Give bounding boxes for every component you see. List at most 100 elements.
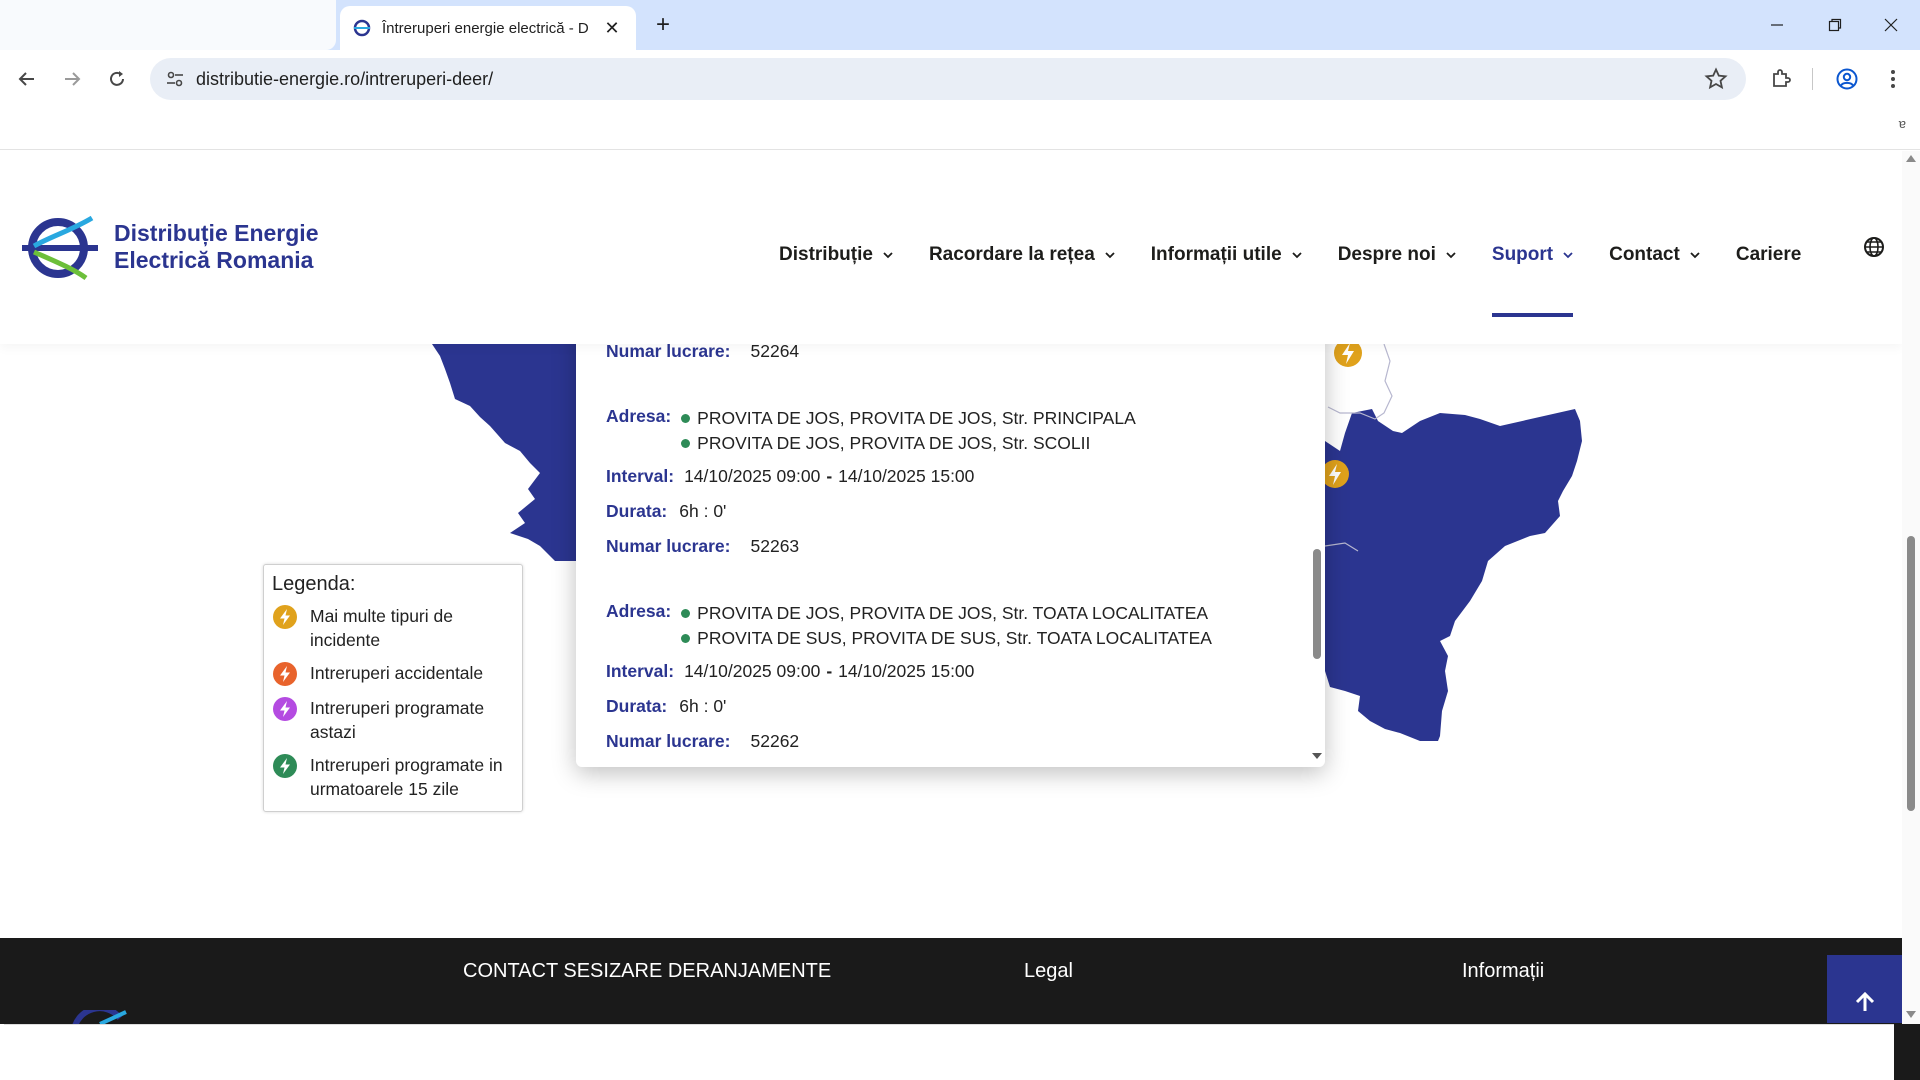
close-window-icon[interactable] <box>1862 0 1920 50</box>
interval-label: Interval: <box>606 661 675 681</box>
chevron-down-icon <box>1446 252 1456 259</box>
browser-tab-active[interactable]: Întreruperi energie electrică - D ✕ <box>340 6 636 50</box>
site-header: Distribuție Energie Electrică Romania Di… <box>0 151 1902 344</box>
nav-item-contact[interactable]: Contact <box>1609 244 1700 266</box>
scroll-up-icon[interactable] <box>1906 155 1916 162</box>
bookmark-strip: ɐ <box>0 108 1920 150</box>
work-number-label: Numar lucrare: <box>606 341 731 361</box>
green-dot-icon <box>681 439 691 448</box>
duration-label: Durata: <box>606 501 668 521</box>
footer-heading-contact[interactable]: CONTACT SESIZARE DERANJAMENTE <box>463 960 831 983</box>
work-number-row: Numar lucrare: 52263 <box>606 536 799 557</box>
green-dot-icon <box>681 609 691 618</box>
site-favicon-icon <box>353 19 371 37</box>
work-number-value: 52263 <box>750 536 800 556</box>
legend-item: Mai multe tipuri de incidente <box>272 604 514 652</box>
scroll-down-icon[interactable] <box>1906 1011 1916 1018</box>
lightning-purple-icon <box>273 697 297 721</box>
page-scrollbar[interactable] <box>1902 151 1920 1024</box>
nav-item-despre-noi[interactable]: Despre noi <box>1338 244 1456 266</box>
site-logo[interactable]: Distribuție Energie Electrică Romania <box>20 211 340 283</box>
interval-separator: - <box>826 661 833 681</box>
footer-heading-informatii[interactable]: Informații <box>1462 960 1544 983</box>
address-row: Adresa: PROVITA DE JOS, PROVITA DE JOS, … <box>606 406 1136 456</box>
new-tab-icon[interactable]: + <box>648 10 678 40</box>
chevron-down-icon <box>883 252 893 259</box>
interval-row: Interval: 14/10/2025 09:00 - 14/10/2025 … <box>606 661 974 682</box>
legend-item: Intreruperi accidentale <box>272 661 514 687</box>
interval-end: 14/10/2025 15:00 <box>838 661 975 681</box>
green-dot-icon <box>681 414 691 423</box>
page-scroll-thumb[interactable] <box>1907 536 1915 811</box>
address-row: Adresa: PROVITA DE JOS, PROVITA DE JOS, … <box>606 601 1212 651</box>
tab-close-icon[interactable]: ✕ <box>600 16 624 40</box>
legend-label: Mai multe tipuri de incidente <box>310 606 453 650</box>
interval-separator: - <box>826 466 833 486</box>
legend-label: Intreruperi programate astazi <box>310 698 485 742</box>
duration-label: Durata: <box>606 696 668 716</box>
chevron-down-icon <box>1105 252 1115 259</box>
back-arrow-icon[interactable] <box>10 62 44 96</box>
chevron-down-icon <box>1690 252 1700 259</box>
popup-scroll-down-icon[interactable] <box>1312 753 1322 759</box>
address-label: Adresa: <box>606 601 672 621</box>
interval-start: 14/10/2025 09:00 <box>684 466 821 486</box>
arrow-up-icon <box>1855 991 1874 1011</box>
lightning-yellow-icon <box>273 605 297 629</box>
bookmark-star-icon[interactable] <box>1704 67 1728 91</box>
work-number-row: Numar lucrare: 52264 <box>606 341 799 362</box>
map-marker-mixed[interactable] <box>1321 460 1349 488</box>
address-item: PROVITA DE JOS, PROVITA DE JOS, Str. PRI… <box>681 406 1136 431</box>
work-number-value: 52264 <box>750 341 800 361</box>
main-navigation: Distribuție Racordare la rețea Informați… <box>779 235 1837 317</box>
legend-item: Intreruperi programate in urmatoarele 15… <box>272 753 514 801</box>
minimize-icon[interactable] <box>1748 0 1806 50</box>
forward-arrow-icon[interactable] <box>55 62 89 96</box>
bottom-overlay-panel <box>4 1024 1894 1080</box>
logo-line-2: Electrică Romania <box>114 247 314 273</box>
url-text[interactable]: distributie-energie.ro/intreruperi-deer/ <box>196 69 493 90</box>
reload-icon[interactable] <box>100 62 134 96</box>
kebab-menu-icon[interactable] <box>1876 62 1910 96</box>
duration-value: 6h : 0' <box>679 501 727 521</box>
address-bar[interactable]: distributie-energie.ro/intreruperi-deer/ <box>150 58 1746 100</box>
duration-row: Durata: 6h : 0' <box>606 501 726 522</box>
toolbar-separator <box>1812 68 1813 90</box>
nav-item-distributie[interactable]: Distribuție <box>779 244 893 266</box>
nav-item-informatii-utile[interactable]: Informații utile <box>1151 244 1302 266</box>
logo-line-1: Distribuție Energie <box>114 220 319 246</box>
site-footer: CONTACT SESIZARE DERANJAMENTE Legal Info… <box>0 938 1902 1024</box>
work-number-label: Numar lucrare: <box>606 536 731 556</box>
site-info-icon[interactable] <box>164 68 186 90</box>
restore-icon[interactable] <box>1806 0 1864 50</box>
active-nav-underline <box>1491 313 1574 317</box>
scroll-to-top-button[interactable] <box>1827 955 1902 1023</box>
chevron-down-icon <box>1563 252 1573 259</box>
logo-mark-icon <box>22 215 98 281</box>
globe-language-icon[interactable] <box>1862 235 1886 259</box>
popup-scroll-thumb[interactable] <box>1313 549 1321 659</box>
nav-item-cariere[interactable]: Cariere <box>1736 244 1802 266</box>
bottom-corner <box>1894 1024 1920 1080</box>
nav-item-racordare[interactable]: Racordare la rețea <box>929 244 1115 266</box>
profile-avatar-icon[interactable] <box>1830 62 1864 96</box>
legend-label: Intreruperi accidentale <box>310 663 484 683</box>
page-viewport: Legenda: Mai multe tipuri de incidente I… <box>0 151 1902 1024</box>
interval-end: 14/10/2025 15:00 <box>838 466 975 486</box>
address-item: PROVITA DE JOS, PROVITA DE JOS, Str. SCO… <box>681 431 1136 456</box>
legend-label: Intreruperi programate in urmatoarele 15… <box>310 755 503 799</box>
map-region-west <box>432 344 576 561</box>
green-dot-icon <box>681 634 691 643</box>
footer-logo-icon <box>72 1010 127 1024</box>
interval-start: 14/10/2025 09:00 <box>684 661 821 681</box>
work-number-value: 52262 <box>750 731 800 751</box>
address-item: PROVITA DE JOS, PROVITA DE JOS, Str. TOA… <box>681 601 1212 626</box>
footer-heading-legal[interactable]: Legal <box>1024 960 1073 983</box>
interval-row: Interval: 14/10/2025 09:00 - 14/10/2025 … <box>606 466 974 487</box>
nav-item-suport[interactable]: Suport <box>1491 244 1574 317</box>
lightning-green-icon <box>273 754 297 778</box>
strip-glyph: ɐ <box>1898 116 1906 131</box>
address-item: PROVITA DE SUS, PROVITA DE SUS, Str. TOA… <box>681 626 1212 651</box>
duration-value: 6h : 0' <box>679 696 727 716</box>
extensions-puzzle-icon[interactable] <box>1764 62 1798 96</box>
